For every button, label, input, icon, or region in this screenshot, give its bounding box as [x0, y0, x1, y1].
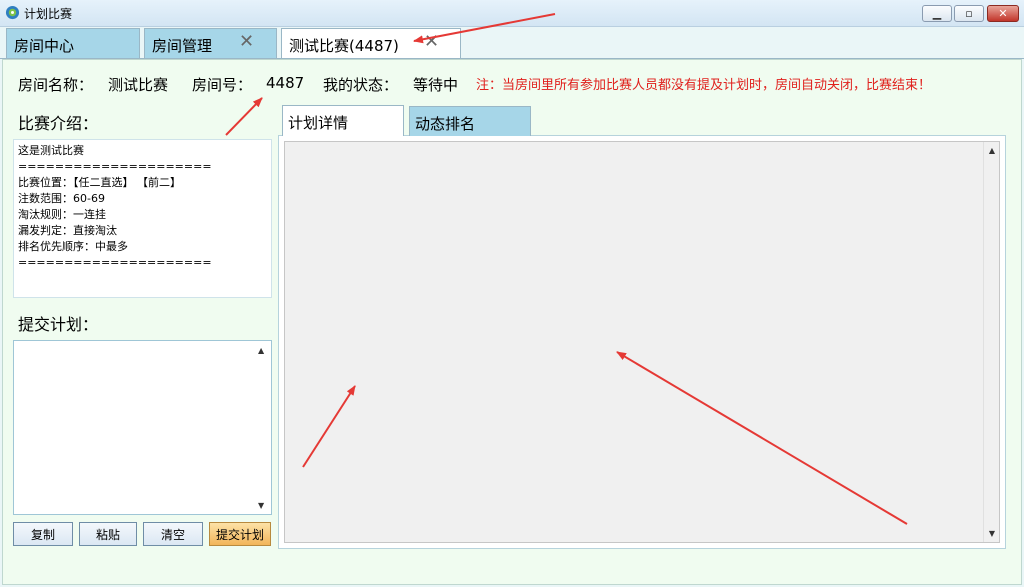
- annotation-arrow: [225, 97, 263, 136]
- annotation-arrow: [413, 13, 556, 44]
- annotation-arrow: [616, 351, 908, 525]
- annotation-arrows: [225, 13, 908, 525]
- annotation-arrow: [302, 385, 356, 468]
